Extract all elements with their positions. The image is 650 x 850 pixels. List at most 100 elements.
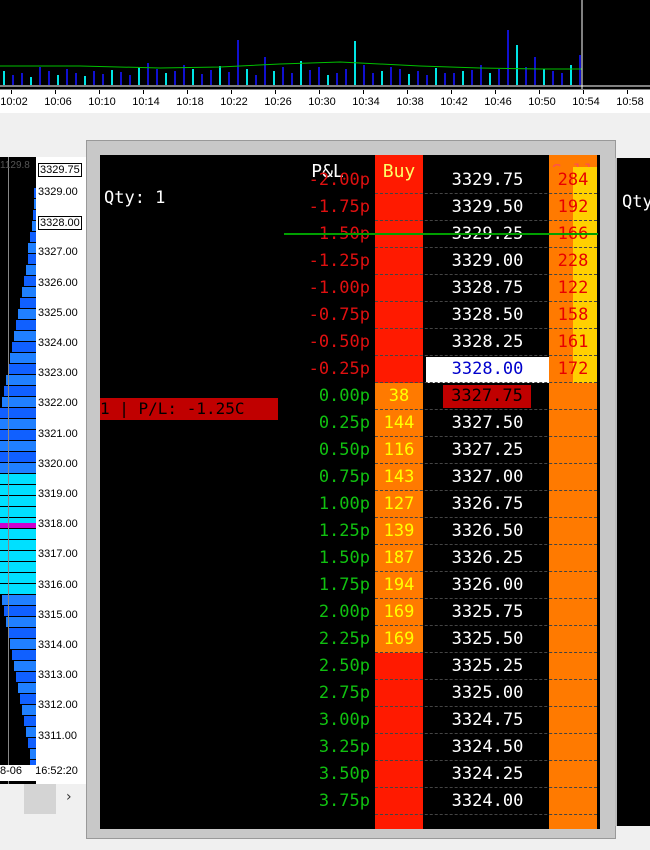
price-cell[interactable]: 3326.50: [426, 521, 549, 541]
ladder-row[interactable]: 2.25p 169 3325.50: [100, 626, 600, 653]
ladder-row[interactable]: 2.00p 169 3325.75: [100, 599, 600, 626]
poc-marker: [0, 523, 36, 528]
sell-qty-cell[interactable]: 122: [549, 278, 597, 298]
scroll-thumb[interactable]: [24, 784, 56, 814]
buy-qty-cell[interactable]: 194: [375, 575, 423, 595]
sell-qty-cell[interactable]: 284: [549, 170, 597, 190]
ladder-row[interactable]: 3.75p 3324.00: [100, 788, 600, 815]
price-cell[interactable]: 3326.75: [426, 494, 549, 514]
profile-price-label: 3323.00: [38, 367, 78, 380]
volume-bar: [120, 72, 122, 85]
price-cell[interactable]: 3329.00: [426, 251, 549, 271]
profile-bar: [6, 617, 36, 627]
pnl-cell: 3.25p: [318, 737, 370, 757]
volume-bar: [327, 75, 329, 85]
volume-bar: [552, 71, 554, 85]
profile-scroll-area[interactable]: ›: [0, 784, 86, 814]
price-cell[interactable]: 3327.00: [426, 467, 549, 487]
price-cell[interactable]: 3326.25: [426, 548, 549, 568]
price-cell[interactable]: 3329.75: [426, 170, 549, 190]
price-cell[interactable]: 3324.50: [426, 737, 549, 757]
volume-bar: [102, 74, 104, 85]
ladder-row[interactable]: -1.75p 3329.50 192: [100, 194, 600, 221]
price-cell[interactable]: 3324.25: [426, 764, 549, 784]
price-cell[interactable]: 3326.00: [426, 575, 549, 595]
ladder-row[interactable]: 0.75p 143 3327.00: [100, 464, 600, 491]
profile-bar: [22, 287, 36, 297]
ladder-row[interactable]: 2.75p 3325.00: [100, 680, 600, 707]
ladder-row[interactable]: 1.50p 187 3326.25: [100, 545, 600, 572]
price-ladder[interactable]: P&L Buy Sell Qty: 1 1 | P/L: -1.25C -2.0…: [100, 155, 600, 829]
price-cell[interactable]: 3325.25: [426, 656, 549, 676]
time-label: 10:54: [572, 96, 600, 108]
chevron-right-icon[interactable]: ›: [66, 789, 80, 805]
ladder-row[interactable]: -0.50p 3328.25 161: [100, 329, 600, 356]
volume-bar: [408, 74, 410, 85]
price-cell[interactable]: 3324.00: [426, 791, 549, 811]
sell-qty-cell[interactable]: 228: [549, 251, 597, 271]
price-cell[interactable]: 3327.50: [426, 413, 549, 433]
price-cell[interactable]: 3328.00: [426, 357, 549, 383]
sell-qty-cell[interactable]: 161: [549, 332, 597, 352]
ladder-row[interactable]: 0.00p 38 3327.75: [100, 383, 600, 410]
volume-bar: [435, 68, 437, 85]
buy-qty-cell[interactable]: 116: [375, 440, 423, 460]
pnl-cell: 2.25p: [318, 629, 370, 649]
buy-qty-cell[interactable]: 127: [375, 494, 423, 514]
pnl-cell: 0.00p: [318, 386, 370, 406]
price-cell[interactable]: 3325.75: [426, 602, 549, 622]
price-cell[interactable]: 3328.75: [426, 278, 549, 298]
price-cell[interactable]: 3325.50: [426, 629, 549, 649]
ladder-row[interactable]: 0.25p 144 3327.50: [100, 410, 600, 437]
volume-bar: [534, 57, 536, 85]
profile-bar: [26, 265, 36, 275]
price-cell[interactable]: 3329.50: [426, 197, 549, 217]
ladder-row[interactable]: 3.25p 3324.50: [100, 734, 600, 761]
volume-bar: [399, 69, 401, 85]
profile-bar: [32, 221, 36, 231]
profile-bar: [12, 342, 36, 352]
buy-qty-cell[interactable]: 139: [375, 521, 423, 541]
buy-qty-cell[interactable]: 38: [375, 386, 423, 406]
ladder-row[interactable]: -1.00p 3328.75 122: [100, 275, 600, 302]
pnl-cell: 0.25p: [318, 413, 370, 433]
profile-bar: [10, 639, 36, 649]
buy-qty-cell[interactable]: 144: [375, 413, 423, 433]
price-cell[interactable]: 3327.75: [443, 385, 531, 408]
profile-date: 8-06: [0, 765, 23, 777]
price-cell[interactable]: 3328.50: [426, 305, 549, 325]
volume-bar: [228, 72, 230, 85]
profile-bar: [8, 628, 36, 638]
ladder-row[interactable]: 1.25p 139 3326.50: [100, 518, 600, 545]
buy-qty-cell[interactable]: 169: [375, 602, 423, 622]
ladder-row[interactable]: 0.50p 116 3327.25: [100, 437, 600, 464]
buy-qty-cell[interactable]: 169: [375, 629, 423, 649]
volume-bar: [12, 75, 14, 85]
ladder-row[interactable]: -2.00p 3329.75 284: [100, 167, 600, 194]
price-cell[interactable]: 3327.25: [426, 440, 549, 460]
ladder-row[interactable]: 2.50p 3325.25: [100, 653, 600, 680]
profile-bar: [28, 243, 36, 253]
ladder-row[interactable]: 1.75p 194 3326.00: [100, 572, 600, 599]
ladder-row[interactable]: -0.75p 3328.50 158: [100, 302, 600, 329]
price-cell[interactable]: 3328.25: [426, 332, 549, 352]
profile-bar: [14, 331, 36, 341]
volume-bar: [453, 73, 455, 85]
pnl-cell: 1.50p: [318, 548, 370, 568]
buy-qty-cell[interactable]: 187: [375, 548, 423, 568]
profile-price-label: 3329.75: [38, 163, 82, 177]
pnl-cell: 2.00p: [318, 602, 370, 622]
sell-qty-cell[interactable]: 172: [549, 359, 597, 379]
volume-bar: [444, 73, 446, 85]
price-cell[interactable]: 3325.00: [426, 683, 549, 703]
ladder-row[interactable]: -1.25p 3329.00 228: [100, 248, 600, 275]
pnl-cell: 3.00p: [318, 710, 370, 730]
buy-qty-cell[interactable]: 143: [375, 467, 423, 487]
ladder-row[interactable]: -0.25p 3328.00 172: [100, 356, 600, 383]
ladder-row[interactable]: 3.50p 3324.25: [100, 761, 600, 788]
sell-qty-cell[interactable]: 158: [549, 305, 597, 325]
sell-qty-cell[interactable]: 192: [549, 197, 597, 217]
price-cell[interactable]: 3324.75: [426, 710, 549, 730]
ladder-row[interactable]: 1.00p 127 3326.75: [100, 491, 600, 518]
ladder-row[interactable]: 3.00p 3324.75: [100, 707, 600, 734]
